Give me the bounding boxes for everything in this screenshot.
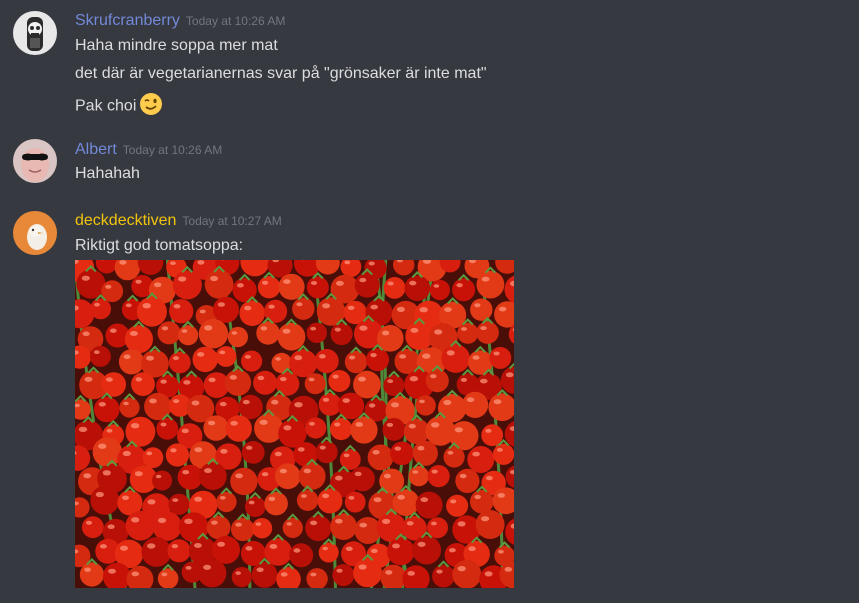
tomato-photo (75, 260, 514, 588)
username[interactable]: Albert (75, 141, 117, 158)
message-line: Riktigt god tomatsoppa: (75, 237, 244, 254)
avatar[interactable] (13, 11, 57, 55)
avatar[interactable] (13, 139, 57, 183)
message-line: Hahahah (75, 165, 140, 182)
message-line-with-emoji: Pak choi (75, 92, 163, 121)
message-line: det där är vegetarianernas svar på "grön… (75, 65, 487, 82)
timestamp: Today at 10:26 AM (122, 143, 223, 157)
username[interactable]: deckdecktiven (75, 212, 176, 229)
winking-face-icon[interactable] (139, 92, 163, 121)
message-line: Haha mindre soppa mer mat (75, 37, 278, 54)
message-text: Pak choi (75, 97, 137, 115)
username[interactable]: Skrufcranberry (75, 12, 180, 29)
timestamp: Today at 10:26 AM (185, 14, 286, 28)
timestamp: Today at 10:27 AM (182, 214, 282, 228)
image-attachment[interactable] (75, 260, 514, 588)
avatar[interactable] (13, 211, 57, 255)
